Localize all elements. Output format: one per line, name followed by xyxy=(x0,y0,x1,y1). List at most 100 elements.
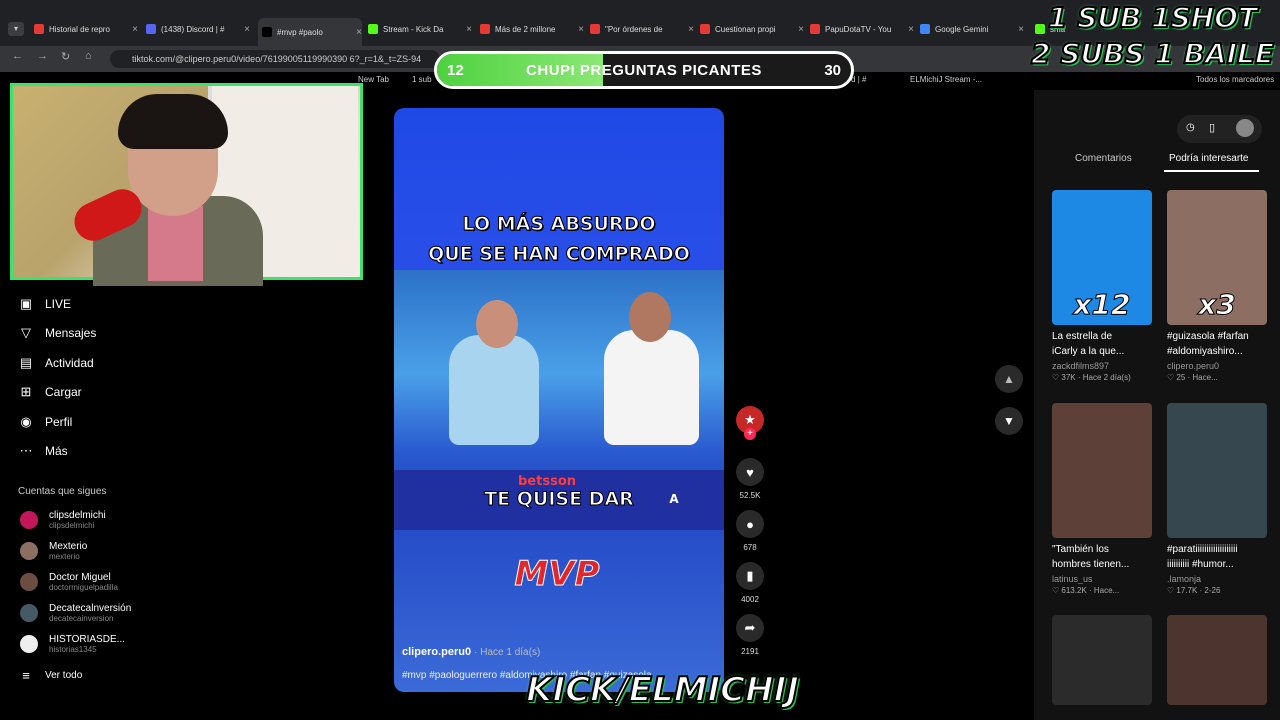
tab-close-icon[interactable]: × xyxy=(466,24,472,35)
following-account[interactable]: Decatecalnversión decatecainversion xyxy=(20,603,131,623)
creator-avatar[interactable]: ★ + xyxy=(735,406,765,440)
nav-item-cargar[interactable]: ⊞ Cargar xyxy=(18,384,82,400)
tab-8[interactable]: Google Gemini × xyxy=(920,20,1024,38)
tab-label: Cuestionan propi xyxy=(715,24,776,34)
card-author: clipero.peru0 xyxy=(1167,361,1220,371)
tab-close-icon[interactable]: × xyxy=(908,24,914,35)
video-author[interactable]: clipero.peru0 xyxy=(402,646,471,658)
user-avatar[interactable] xyxy=(1236,119,1254,137)
following-account[interactable]: clipsdelmichi clipsdelmichi xyxy=(20,510,106,530)
tab-list-button[interactable]: ▾ xyxy=(8,22,24,36)
url-text: tiktok.com/@clipero.peru0/video/76199005… xyxy=(132,54,422,64)
tab-3[interactable]: Stream - Kick Da × xyxy=(368,20,472,38)
card-stats: ♡ 613.2K · Hace... xyxy=(1052,586,1120,595)
tab-close-icon[interactable]: × xyxy=(688,24,694,35)
following-heading: Cuentas que sigues xyxy=(18,486,107,497)
video-thumbnail xyxy=(1167,615,1267,705)
share-action[interactable]: ➦ 2191 xyxy=(735,614,765,656)
nav-item-live[interactable]: ▣ LIVE xyxy=(18,296,71,312)
tab-favicon-icon xyxy=(262,27,272,37)
tab-label: Historial de repro xyxy=(49,24,110,34)
video-player[interactable]: LO MÁS ABSURDO QUE SE HAN COMPRADO betss… xyxy=(394,108,724,692)
see-all-label: Ver todo xyxy=(45,669,83,681)
tab-favicon-icon xyxy=(700,24,710,34)
clock-icon[interactable]: ◷ xyxy=(1186,122,1195,133)
recommended-video-card[interactable]: "También los hombres tienen... latinus_us ♡… xyxy=(1052,403,1152,595)
quiz-right-count: 30 xyxy=(824,62,841,79)
reload-icon[interactable]: ↻ xyxy=(61,50,70,63)
activity-icon: ▤ xyxy=(19,354,33,370)
account-handle: doctormiguelpadilla xyxy=(49,583,118,592)
phone-icon[interactable]: ▯ xyxy=(1209,121,1215,134)
url-field[interactable]: tiktok.com/@clipero.peru0/video/76199005… xyxy=(110,50,440,68)
avatar xyxy=(20,573,38,591)
recommended-video-card[interactable] xyxy=(1052,615,1152,705)
bookmark-item[interactable]: 1 sub xyxy=(412,75,432,84)
prev-video-chevron-up-icon[interactable]: ▲ xyxy=(995,365,1023,393)
account-name: Mexterio xyxy=(49,541,88,552)
tab-close-icon[interactable]: × xyxy=(244,24,250,35)
card-title2: #aldomiyashiro... xyxy=(1167,346,1243,357)
following-account[interactable]: Mexterio mexterio xyxy=(20,541,87,561)
overlay-line1: 1 SUB 1SHOT xyxy=(1047,0,1258,35)
tab-close-icon[interactable]: × xyxy=(578,24,584,35)
recommended-video-card[interactable]: x3 #guizasola #farfan #aldomiyashiro... cli… xyxy=(1167,190,1267,382)
quiz-left-count: 12 xyxy=(447,62,464,79)
bookmark-item[interactable]: Todos los marcadores xyxy=(1196,75,1274,84)
tab-close-icon[interactable]: × xyxy=(1018,24,1024,35)
account-name: clipsdelmichi xyxy=(49,510,106,521)
tab-favicon-icon xyxy=(590,24,600,34)
home-icon[interactable]: ⌂ xyxy=(85,50,92,62)
recommended-video-card[interactable]: #paratiiiiiiiiiiiiiiiiiii iiiiiiiiii #hum… xyxy=(1167,403,1267,595)
tab-favicon-icon xyxy=(480,24,490,34)
nav-item-actividad[interactable]: ▤ Actividad xyxy=(18,355,94,371)
back-icon[interactable]: ← xyxy=(12,50,23,62)
follow-plus-icon[interactable]: + xyxy=(744,428,756,440)
card-stats: ♡ 25 · Hace... xyxy=(1167,373,1218,382)
nav-item-mensajes[interactable]: ▽ Mensajes xyxy=(18,325,96,341)
tab-close-icon[interactable]: × xyxy=(132,24,138,35)
tab-2[interactable]: #mvp #paolo × xyxy=(258,18,362,46)
scene-person-left-head xyxy=(476,300,518,348)
card-title2: iCarly a la que... xyxy=(1052,346,1125,357)
tab-7[interactable]: PapuDotaTV - You × xyxy=(810,20,914,38)
recommended-video-card[interactable] xyxy=(1167,615,1267,705)
following-account[interactable]: Doctor Miguel doctormiguelpadilla xyxy=(20,572,118,592)
recommended-video-card[interactable]: x12 La estrella de iCarly a la que... zackd… xyxy=(1052,190,1152,382)
tab-comments[interactable]: Comentarios xyxy=(1075,153,1132,164)
tab-6[interactable]: Cuestionan propi × xyxy=(700,20,804,38)
more-icon: ⋯ xyxy=(19,443,33,458)
share-icon: ➦ xyxy=(736,614,764,642)
tab-4[interactable]: Más de 2 millone × xyxy=(480,20,584,38)
nav-item-label: Mensajes xyxy=(45,326,97,341)
profile-icon: ◉ xyxy=(20,413,32,429)
scene-person-right xyxy=(604,330,699,445)
avatar xyxy=(20,635,38,653)
card-stats: ♡ 37K · Hace 2 día(s) xyxy=(1052,373,1131,382)
list-icon: ≡ xyxy=(22,667,30,683)
like-action[interactable]: ♥ 52.5K xyxy=(735,458,765,500)
avatar xyxy=(20,604,38,622)
nav-item-label: Perfil xyxy=(45,414,73,429)
bookmark-icon: ▮ xyxy=(736,562,764,590)
tab-close-icon[interactable]: × xyxy=(356,27,362,38)
tab-5[interactable]: "Por órdenes de × xyxy=(590,20,694,38)
heart-icon: ♥ xyxy=(736,458,764,486)
next-video-chevron-down-icon[interactable]: ▼ xyxy=(995,407,1023,435)
tab-0[interactable]: Historial de repro × xyxy=(34,20,138,38)
card-author: .lamonja xyxy=(1167,574,1202,584)
forward-icon[interactable]: → xyxy=(37,50,48,62)
thumbnail-badge: x12 xyxy=(1073,288,1131,322)
bookmark-item[interactable]: ELMichiJ Stream -... xyxy=(910,75,982,84)
nav-item-más[interactable]: ⋯ Más xyxy=(18,443,68,459)
tab-1[interactable]: (1438) Discord | # × xyxy=(146,20,250,38)
tab-favicon-icon xyxy=(34,24,44,34)
save-action[interactable]: ▮ 4002 xyxy=(735,562,765,604)
tab-interest[interactable]: Podría interesarte xyxy=(1169,153,1249,164)
comment-icon: ● xyxy=(736,510,764,538)
see-all-link[interactable]: ≡ Ver todo xyxy=(18,667,82,683)
nav-item-perfil[interactable]: ◉ Perfil xyxy=(18,414,72,430)
following-account[interactable]: HISTORIASDE... historias1345 xyxy=(20,634,125,654)
tab-close-icon[interactable]: × xyxy=(798,24,804,35)
comment-action[interactable]: ● 678 xyxy=(735,510,765,552)
